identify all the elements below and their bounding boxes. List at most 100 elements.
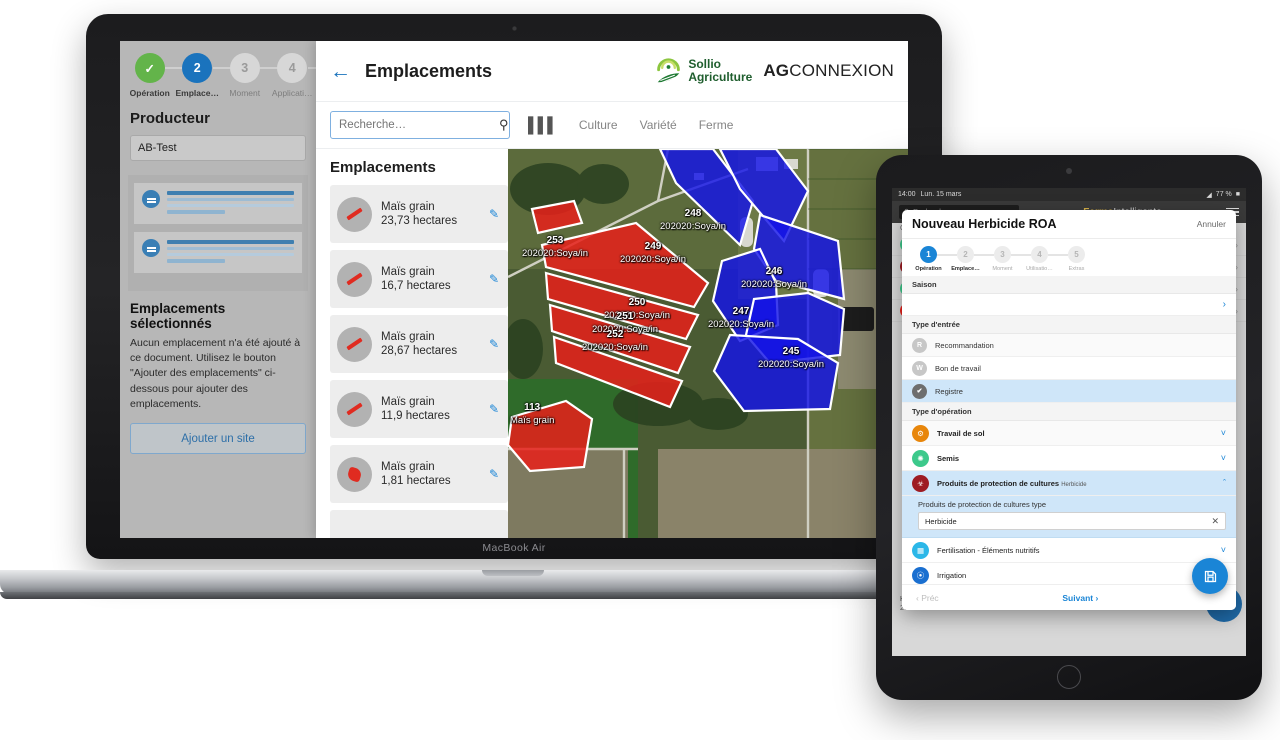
filter-tab-ferme[interactable]: Ferme <box>699 118 734 132</box>
previous-label: Préc <box>921 592 939 603</box>
laptop-screen: ✓ Opération 2 Emplace… 3 Moment 4 Applic… <box>120 41 908 538</box>
edit-icon[interactable]: ✎ <box>489 337 499 351</box>
tablet-step-emplacements[interactable]: 2 Emplace… <box>947 246 994 272</box>
location-name: Maïs grain <box>381 201 435 213</box>
tablet-home-button[interactable] <box>1057 665 1081 689</box>
add-site-button[interactable]: Ajouter un site <box>130 423 306 455</box>
modal-scroll-area[interactable]: Saison › Type d'entrée R Recommandation … <box>902 276 1236 584</box>
season-heading: Saison <box>902 276 1236 294</box>
filter-tab-variete[interactable]: Variété <box>640 118 677 132</box>
laptop-base-shadow <box>0 592 1026 599</box>
operation-semis[interactable]: ✺ Semis ˅ <box>902 446 1236 471</box>
tablet-device: 14:00 Lun. 15 mars ◢ 77 % ■ ⚲ Rechercher… <box>876 155 1262 700</box>
locations-heading: Emplacements <box>330 159 436 176</box>
list-item[interactable] <box>330 510 508 538</box>
next-button[interactable]: Suivant › <box>1062 593 1098 603</box>
search-icon[interactable]: ⚲ <box>499 117 509 133</box>
entry-type-label: Recommandation <box>935 340 994 350</box>
overlay-header: ← Emplacements Sollio Agriculture AGCONN… <box>316 41 908 102</box>
tablet-step-moment[interactable]: 3 Moment <box>984 246 1031 272</box>
operation-produits-protection-cultures[interactable]: ☣ Produits de protection de cultures Her… <box>902 471 1236 496</box>
status-date: Lun. 15 mars <box>920 191 962 198</box>
brand-zone: Sollio Agriculture AGCONNEXION <box>655 57 898 85</box>
edit-icon[interactable]: ✎ <box>489 272 499 286</box>
list-item-text: Maïs grain 16,7 hectares <box>381 266 480 292</box>
list-item[interactable]: Maïs grain 1,81 hectares ✎ <box>330 445 508 503</box>
chevron-right-icon[interactable]: › <box>1223 299 1226 310</box>
edit-icon[interactable]: ✎ <box>489 467 499 481</box>
tablet-step-utilisation[interactable]: 4 Utilisatio… <box>1021 246 1068 272</box>
chevron-down-icon[interactable]: ˅ <box>1221 545 1226 555</box>
laptop-camera <box>511 26 517 31</box>
chevron-down-icon[interactable]: ˅ <box>1221 453 1226 463</box>
emplacements-overlay-panel: ← Emplacements Sollio Agriculture AGCONN… <box>316 41 908 538</box>
step-label: Moment <box>992 266 1013 272</box>
selected-locations-text: Aucun emplacement n'a été ajouté à ce do… <box>130 337 301 410</box>
operation-label: Semis <box>937 453 960 463</box>
step-operation-label: Opération <box>129 88 170 98</box>
locations-list[interactable]: Emplacements Maïs grain 23,73 hectares ✎ <box>316 149 508 538</box>
step-number: 2 <box>957 246 974 263</box>
field-map[interactable]: 253 202020:Soya/in 248 202020:Soya/in 249 2… <box>508 149 908 538</box>
tablet-step-operation[interactable]: 1 Opération <box>910 246 957 272</box>
agconnexion-rest: CONNEXION <box>789 61 894 80</box>
operation-irrigation[interactable]: ⦿ Irrigation <box>902 563 1236 584</box>
save-fab-button[interactable] <box>1192 558 1228 594</box>
tablet-step-extras[interactable]: 5 Extras <box>1058 246 1095 272</box>
document-icon <box>142 190 160 208</box>
search-box[interactable]: ⚲ <box>330 111 510 139</box>
new-herbicide-roa-modal: Nouveau Herbicide ROA Annuler 1 Opératio… <box>902 210 1236 610</box>
agconnexion-bold: AG <box>763 61 790 80</box>
sollio-logo: Sollio Agriculture <box>655 57 752 85</box>
chevron-up-icon[interactable]: ˆ <box>1223 478 1226 488</box>
list-item[interactable]: Maïs grain 23,73 hectares ✎ <box>330 185 508 243</box>
entry-type-registre[interactable]: ✔ Registre <box>902 380 1236 403</box>
filter-tab-culture[interactable]: Culture <box>579 118 618 132</box>
agconnexion-wordmark: AGCONNEXION <box>763 61 894 81</box>
field-thumbnail <box>337 326 372 362</box>
entry-type-recommandation[interactable]: R Recommandation <box>902 334 1236 357</box>
status-time: 14:00 <box>898 191 916 198</box>
search-input[interactable] <box>339 119 493 131</box>
page-title: Emplacements <box>365 60 493 81</box>
modal-footer: ‹ Préc Suivant › <box>902 584 1236 610</box>
edit-icon[interactable]: ✎ <box>489 402 499 416</box>
previous-button[interactable]: ‹ Préc <box>916 593 939 603</box>
location-area: 16,7 hectares <box>381 280 451 292</box>
entry-type-label: Registre <box>935 386 963 396</box>
list-item[interactable]: Maïs grain 28,67 hectares ✎ <box>330 315 508 373</box>
step-moment[interactable]: 3 Moment <box>221 53 279 98</box>
location-area: 11,9 hectares <box>381 410 450 422</box>
edit-icon[interactable]: ✎ <box>489 207 499 221</box>
operation-sublabel: Herbicide <box>1061 481 1087 488</box>
producer-field[interactable]: AB-Test <box>130 135 306 161</box>
entry-type-bon-de-travail[interactable]: W Bon de travail <box>902 357 1236 380</box>
season-row[interactable]: › <box>902 294 1236 316</box>
operation-fertilisation[interactable]: ▦ Fertilisation - Éléments nutritifs ˅ <box>902 538 1236 563</box>
sollio-wordmark: Sollio Agriculture <box>688 57 752 85</box>
filter-sliders-icon[interactable]: ▌▌▌ <box>528 117 558 134</box>
field-thumbnail <box>337 456 372 492</box>
herbicide-type-field[interactable]: Herbicide ✕ <box>918 512 1226 530</box>
step-number: 4 <box>1031 246 1048 263</box>
chevron-down-icon[interactable]: ˅ <box>1221 428 1226 438</box>
cancel-button[interactable]: Annuler <box>1197 219 1226 229</box>
producer-value: AB-Test <box>138 142 177 154</box>
selected-locations-title: Emplacements sélectionnés <box>130 301 226 331</box>
step-emplacements[interactable]: 2 Emplace… <box>174 53 232 98</box>
modal-stepper: 1 Opération 2 Emplace… 3 Moment 4 Utilis… <box>902 239 1236 276</box>
clear-icon[interactable]: ✕ <box>1211 516 1219 527</box>
step-application-number: 4 <box>277 53 308 83</box>
step-operation[interactable]: ✓ Opération <box>126 53 184 98</box>
list-item[interactable]: Maïs grain 16,7 hectares ✎ <box>330 250 508 308</box>
crop-protection-icon: ☣ <box>912 474 929 492</box>
location-name: Maïs grain <box>381 461 435 473</box>
list-item-text: Maïs grain 1,81 hectares <box>381 461 480 487</box>
operation-type-heading: Type d'opération <box>902 403 1236 421</box>
list-item[interactable]: Maïs grain 11,9 hectares ✎ <box>330 380 508 438</box>
tablet-screen: 14:00 Lun. 15 mars ◢ 77 % ■ ⚲ Rechercher… <box>892 188 1246 656</box>
step-application-label: Applicati… <box>271 88 313 98</box>
step-application[interactable]: 4 Applicati… <box>269 53 327 98</box>
operation-travail-de-sol[interactable]: ⚙ Travail de sol ˅ <box>902 421 1236 446</box>
back-arrow-icon[interactable]: ← <box>330 61 351 82</box>
